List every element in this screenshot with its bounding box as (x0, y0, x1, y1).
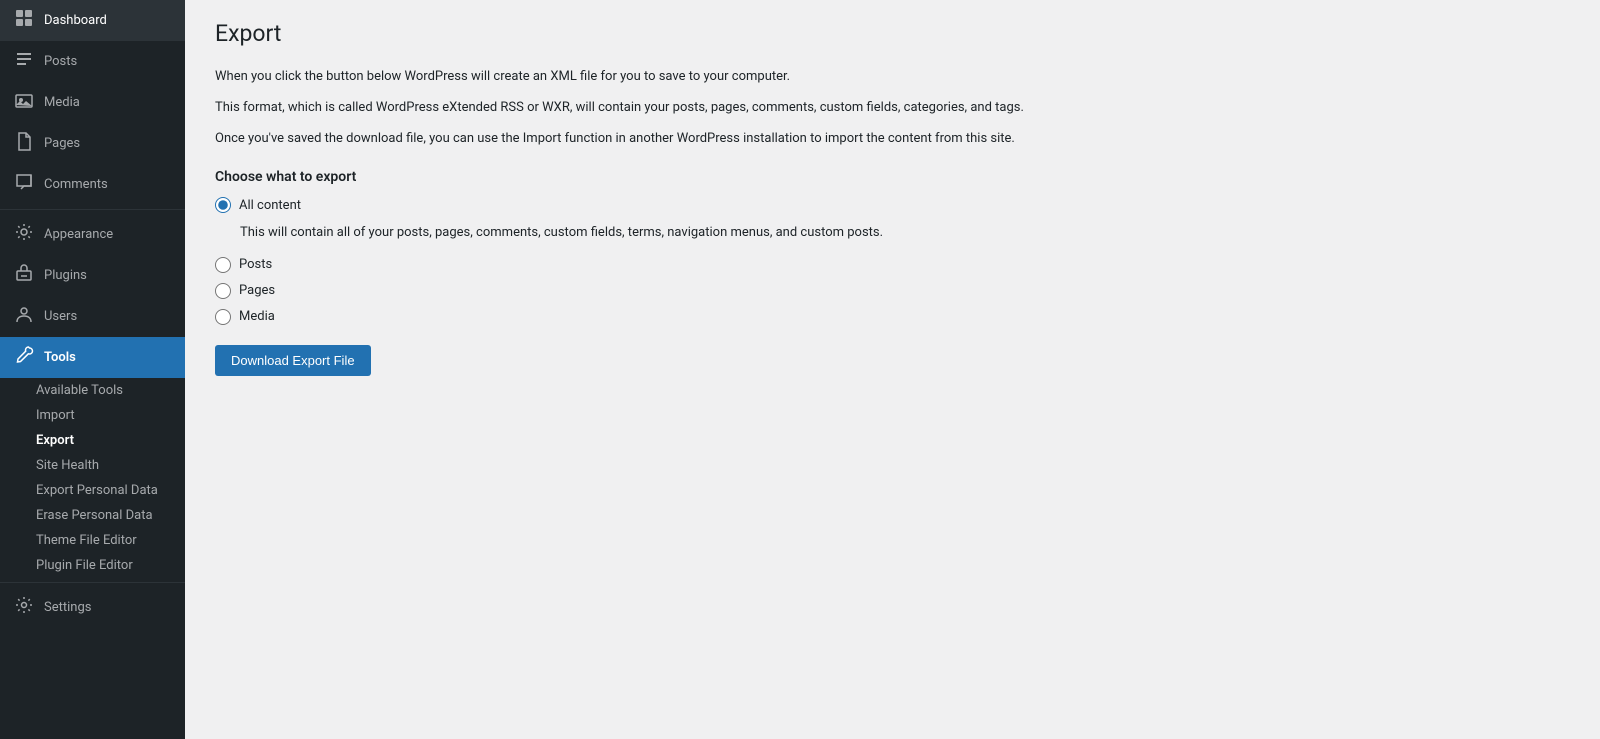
main-content: Export When you click the button below W… (185, 0, 1600, 739)
page-title: Export (215, 20, 1570, 47)
appearance-icon (12, 222, 36, 247)
submenu-theme-file-editor[interactable]: Theme File Editor (0, 528, 185, 553)
media-icon (12, 90, 36, 115)
submenu-export-personal-data[interactable]: Export Personal Data (0, 478, 185, 503)
radio-media-input[interactable] (215, 309, 231, 325)
radio-posts[interactable]: Posts (215, 257, 1570, 273)
sidebar-item-dashboard[interactable]: Dashboard (0, 0, 185, 41)
sidebar-item-appearance[interactable]: Appearance (0, 214, 185, 255)
description-2: This format, which is called WordPress e… (215, 98, 1115, 119)
sidebar-item-tools-label: Tools (44, 350, 76, 365)
sidebar-item-pages[interactable]: Pages (0, 123, 185, 164)
sidebar-item-posts-label: Posts (44, 54, 77, 69)
radio-all-content[interactable]: All content (215, 197, 1570, 213)
sidebar-item-comments[interactable]: Comments (0, 164, 185, 205)
radio-pages[interactable]: Pages (215, 283, 1570, 299)
all-content-description: This will contain all of your posts, pag… (240, 223, 1570, 243)
radio-media[interactable]: Media (215, 309, 1570, 325)
radio-media-label: Media (239, 309, 275, 324)
sidebar-item-settings[interactable]: Settings (0, 587, 185, 628)
download-export-button[interactable]: Download Export File (215, 345, 371, 376)
radio-pages-input[interactable] (215, 283, 231, 299)
radio-posts-label: Posts (239, 257, 272, 272)
submenu-site-health[interactable]: Site Health (0, 453, 185, 478)
radio-posts-input[interactable] (215, 257, 231, 273)
sidebar-item-tools[interactable]: Tools (0, 337, 185, 378)
sidebar-item-users-label: Users (44, 309, 77, 324)
plugins-icon (12, 263, 36, 288)
users-icon (12, 304, 36, 329)
tools-icon (12, 345, 36, 370)
sidebar-item-pages-label: Pages (44, 136, 80, 151)
sidebar-item-comments-label: Comments (44, 177, 108, 192)
radio-all-content-input[interactable] (215, 197, 231, 213)
submenu-import[interactable]: Import (0, 403, 185, 428)
radio-pages-label: Pages (239, 283, 275, 298)
pages-icon (12, 131, 36, 156)
sidebar-item-users[interactable]: Users (0, 296, 185, 337)
description-3: Once you've saved the download file, you… (215, 129, 1115, 150)
export-options: All content This will contain all of you… (215, 197, 1570, 325)
dashboard-icon (12, 8, 36, 33)
submenu-export[interactable]: Export (0, 428, 185, 453)
sidebar-item-settings-label: Settings (44, 600, 91, 615)
sidebar-item-plugins-label: Plugins (44, 268, 87, 283)
comments-icon (12, 172, 36, 197)
sidebar: Dashboard Posts Media Pages Comments App… (0, 0, 185, 739)
submenu-erase-personal-data[interactable]: Erase Personal Data (0, 503, 185, 528)
submenu-available-tools[interactable]: Available Tools (0, 378, 185, 403)
sidebar-item-plugins[interactable]: Plugins (0, 255, 185, 296)
submenu-plugin-file-editor[interactable]: Plugin File Editor (0, 553, 185, 578)
radio-all-content-label: All content (239, 198, 301, 213)
sidebar-item-dashboard-label: Dashboard (44, 13, 107, 28)
section-title: Choose what to export (215, 169, 1570, 185)
sidebar-item-media-label: Media (44, 95, 80, 110)
sidebar-item-media[interactable]: Media (0, 82, 185, 123)
description-1: When you click the button below WordPres… (215, 67, 1115, 88)
posts-icon (12, 49, 36, 74)
sidebar-item-appearance-label: Appearance (44, 227, 113, 242)
settings-icon (12, 595, 36, 620)
tools-submenu: Available Tools Import Export Site Healt… (0, 378, 185, 578)
sidebar-item-posts[interactable]: Posts (0, 41, 185, 82)
